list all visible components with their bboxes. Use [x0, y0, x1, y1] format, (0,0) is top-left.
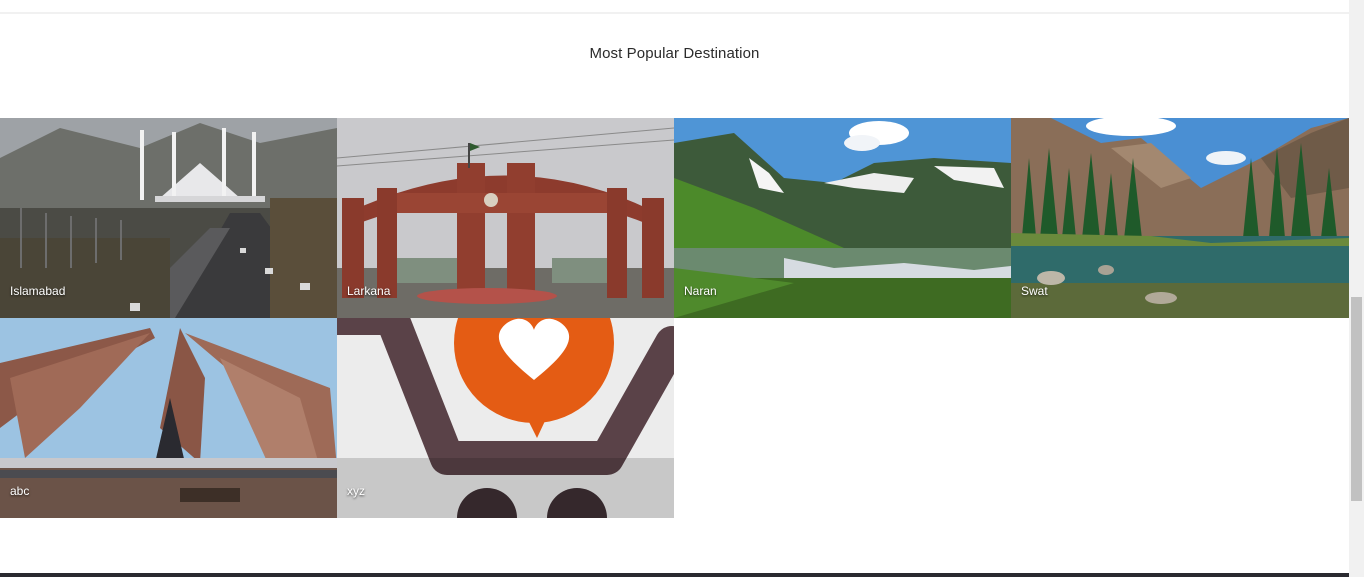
scrollbar-thumb[interactable]: [1351, 297, 1362, 501]
destination-label: abc: [10, 484, 30, 498]
destination-card-swat[interactable]: Swat: [1011, 118, 1349, 318]
destination-card-larkana[interactable]: Larkana: [337, 118, 674, 318]
destination-image-naran: [674, 118, 1011, 318]
destination-grid: Islamabad Larkana Naran Swat abc xyz: [0, 118, 1349, 518]
destination-label: Larkana: [347, 284, 391, 298]
destination-card-abc[interactable]: abc: [0, 318, 337, 518]
destination-card-xyz[interactable]: xyz: [337, 318, 674, 518]
destination-label: Naran: [684, 284, 717, 298]
destination-label: Islamabad: [10, 284, 66, 298]
destination-image-swat: [1011, 118, 1349, 318]
destination-label: Swat: [1021, 284, 1048, 298]
destination-label: xyz: [347, 484, 365, 498]
vertical-scrollbar[interactable]: [1349, 0, 1364, 577]
footer-bar: [0, 573, 1349, 577]
page: Most Popular Destination Islamabad Larka…: [0, 0, 1364, 577]
destination-card-naran[interactable]: Naran: [674, 118, 1011, 318]
section-title: Most Popular Destination: [589, 45, 760, 62]
destination-image-abc: [0, 318, 337, 518]
header-divider: [0, 12, 1349, 14]
destination-card-islamabad[interactable]: Islamabad: [0, 118, 337, 318]
destination-image-xyz: [337, 318, 674, 518]
